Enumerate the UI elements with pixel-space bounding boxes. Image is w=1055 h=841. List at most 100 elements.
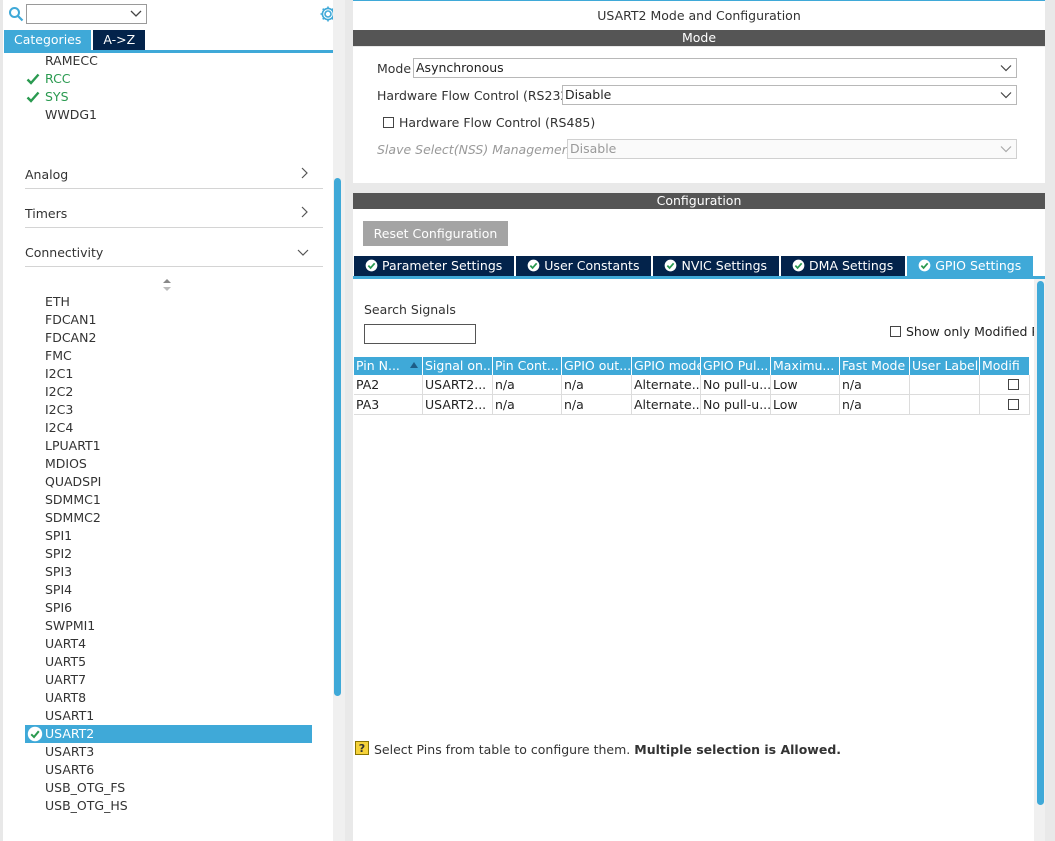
tab-nvic-settings[interactable]: NVIC Settings [653,256,780,276]
mode-select[interactable]: Asynchronous [413,58,1017,78]
tree-item[interactable]: FDCAN1 [45,311,96,329]
column-header[interactable]: Signal on... [423,357,493,375]
chevron-down-icon [297,249,309,256]
column-header[interactable]: GPIO mode [632,357,701,375]
table-cell: n/a [493,395,562,415]
tree-item-rcc[interactable]: RCC [45,70,71,88]
sort-icon[interactable] [162,278,172,292]
table-cell: No pull-u... [701,395,771,415]
column-header[interactable]: Modifi [980,357,1030,375]
hwfc232-select[interactable]: Disable [562,85,1017,105]
column-header[interactable]: GPIO Pul... [701,357,771,375]
section-label: Analog [25,167,69,182]
tree-item[interactable]: USB_OTG_FS [45,779,125,797]
tree-item[interactable]: SDMMC1 [45,491,101,509]
table-cell: n/a [493,375,562,395]
ok-circle-icon [27,726,43,742]
table-header: Pin N... Signal on... Pin Cont... GPIO out.… [354,357,1034,375]
tree-item[interactable]: SDMMC2 [45,509,101,527]
table-row[interactable]: PA2 USART2... n/a n/a Alternate... No pull-u.… [354,375,1034,395]
nss-label: Slave Select(NSS) Management [377,142,575,157]
left-scrollbar-thumb[interactable] [334,178,341,696]
reset-configuration-button[interactable]: Reset Configuration [363,221,508,246]
show-only-modified[interactable]: Show only Modified Pi [890,324,1043,339]
column-header[interactable]: Pin Cont... [493,357,562,375]
tree-item[interactable]: SPI2 [45,545,72,563]
configuration-panel: Reset Configuration Parameter Settings U… [353,209,1045,841]
config-tabs: Parameter Settings User Constants NVIC S… [354,256,1035,276]
modified-checkbox[interactable] [1008,399,1019,410]
table-cell: n/a [840,375,910,395]
tree-item-sys[interactable]: SYS [45,88,69,106]
tree-item[interactable]: ETH [45,293,70,311]
table-cell: n/a [840,395,910,415]
table-cell [980,375,1030,395]
tree-item[interactable]: QUADSPI [45,473,101,491]
column-header[interactable]: User Label [910,357,980,375]
tree-item[interactable]: SPI6 [45,599,72,617]
tree-item-wwdg1[interactable]: WWDG1 [45,106,97,124]
right-scrollbar-thumb[interactable] [1037,281,1044,805]
column-header[interactable]: Fast Mode [840,357,910,375]
tree-item[interactable]: SPI4 [45,581,72,599]
tree-item[interactable]: UART5 [45,653,86,671]
tree-item[interactable]: UART7 [45,671,86,689]
tab-parameter-settings[interactable]: Parameter Settings [354,256,515,276]
search-icon[interactable] [8,6,24,22]
tab-gpio-settings[interactable]: GPIO Settings [907,256,1034,276]
table-cell: n/a [562,375,632,395]
tree-item[interactable]: USB_OTG_HS [45,797,128,815]
tree-item[interactable]: SPI3 [45,563,72,581]
tree-item[interactable]: SPI1 [45,527,72,545]
section-connectivity[interactable]: Connectivity [25,237,323,267]
check-icon [26,91,40,103]
section-analog[interactable]: Analog [25,159,323,189]
hint-bold: Multiple selection is Allowed. [634,742,842,757]
search-signals-input[interactable] [364,324,476,344]
tree-item[interactable]: USART6 [45,761,94,779]
tab-dma-settings[interactable]: DMA Settings [781,256,906,276]
tab-a-z[interactable]: A->Z [93,30,146,50]
tree-item[interactable]: I2C4 [45,419,73,437]
column-header[interactable]: Pin N... [354,357,423,375]
tree-item[interactable]: FDCAN2 [45,329,96,347]
tree-item[interactable]: SWPMI1 [45,617,95,635]
tree-item[interactable]: UART4 [45,635,86,653]
mode-panel: Mode Asynchronous Hardware Flow Control … [353,47,1045,183]
tree-item[interactable]: LPUART1 [45,437,101,455]
tree-item[interactable]: MDIOS [45,455,87,473]
show-only-modified-checkbox[interactable] [890,326,901,337]
tree-item[interactable]: USART1 [45,707,94,725]
table-row[interactable]: PA3 USART2... n/a n/a Alternate... No pull-u.… [354,395,1034,415]
modified-checkbox[interactable] [1008,379,1019,390]
tab-categories[interactable]: Categories [4,30,92,50]
section-label: Connectivity [25,245,104,260]
gpio-table: Pin N... Signal on... Pin Cont... GPIO out.… [354,357,1034,415]
tree-item[interactable]: FMC [45,347,72,365]
tree-item-ramecc[interactable]: RAMECC [45,52,98,70]
tree-item-selected[interactable]: USART2 [25,725,312,743]
help-icon: ? [355,741,369,755]
tree-item[interactable]: USART3 [45,743,94,761]
chevron-right-icon [301,206,308,218]
section-timers[interactable]: Timers [25,198,323,228]
search-combo[interactable] [26,4,147,24]
show-only-modified-label: Show only Modified Pi [906,324,1043,339]
column-header-label: Pin Cont... [495,358,559,373]
table-cell: Alternate... [632,395,701,415]
check-icon [26,73,40,85]
tab-user-constants[interactable]: User Constants [516,256,652,276]
tree-item[interactable]: I2C3 [45,401,73,419]
tree-item[interactable]: I2C1 [45,365,73,383]
column-header[interactable]: GPIO out... [562,357,632,375]
hwfc485-checkbox[interactable] [383,117,394,128]
column-header-label: GPIO mode [634,358,701,373]
tree-item[interactable]: UART8 [45,689,86,707]
column-header[interactable]: Maximu... [771,357,840,375]
ok-circle-icon [918,259,931,272]
table-cell [910,375,980,395]
tree-item[interactable]: I2C2 [45,383,73,401]
sort-ascending-icon [410,362,418,368]
ok-circle-icon [527,259,540,272]
table-cell: n/a [562,395,632,415]
